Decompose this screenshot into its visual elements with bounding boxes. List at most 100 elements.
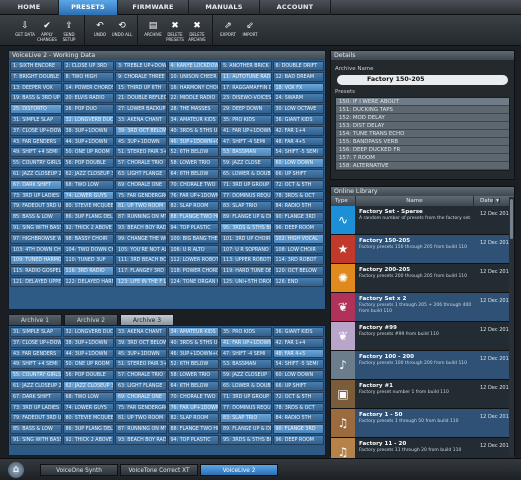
preset-cell[interactable]: 88: FLANGE TWO HIGH: [167, 424, 219, 434]
scrollbar-thumb[interactable]: [510, 199, 513, 239]
library-row[interactable]: ∿ Factory Set - Sparse A random number of …: [331, 206, 514, 235]
preset-cell[interactable]: 26: POP DUO: [62, 104, 114, 114]
preset-cell[interactable]: 74: LOWER GUYS: [62, 402, 114, 413]
preset-list-item[interactable]: 157: 7 ROOM: [336, 154, 509, 162]
preset-cell[interactable]: 56: POP DOUBLE: [62, 158, 114, 168]
preset-cell[interactable]: 65: LOWER & DOUBLE: [220, 380, 272, 391]
preset-cell[interactable]: 90: FLANGE 3RD: [272, 212, 324, 222]
preset-cell[interactable]: 66: UP SHIFT: [272, 168, 324, 179]
preset-cell[interactable]: 60: LOW DOWN: [272, 158, 324, 168]
import-button[interactable]: ⇙ IMPORT: [239, 15, 261, 45]
preset-cell[interactable]: 24: SWARM: [272, 93, 324, 104]
preset-cell[interactable]: 29: DEEP DOWN: [220, 104, 272, 114]
preset-cell[interactable]: 32: LONGVERB DUCKED: [62, 114, 114, 125]
preset-cell[interactable]: 16: HARMONY CHOIR: [167, 82, 219, 93]
preset-cell[interactable]: 54: SHIFT -5 SEMI: [272, 147, 324, 158]
tab-archive-1[interactable]: Archive 1: [8, 314, 62, 325]
preset-cell[interactable]: 82: SLAP ROOM: [167, 201, 219, 212]
preset-cell[interactable]: 30: LOW OCTAVE: [272, 104, 324, 114]
preset-cell[interactable]: 42: FAR 1+4: [272, 337, 324, 348]
preset-cell[interactable]: 109: TUNED HARMONY: [10, 255, 62, 266]
preset-cell[interactable]: 120: OCT BELOW: [272, 266, 324, 276]
preset-cell[interactable]: 47: SHIFT -4 SEMI: [220, 136, 272, 147]
preset-cell[interactable]: 115: RADIO GOSPEL: [10, 266, 62, 276]
preset-cell[interactable]: 73: 3RD UP LADIES: [10, 190, 62, 201]
undo-all-button[interactable]: ⟲ UNDO ALL: [111, 15, 133, 45]
preset-cell[interactable]: 6: DOUBLE DRIFT: [272, 61, 324, 71]
nav-tab-firmware[interactable]: FIRMWARE: [118, 0, 189, 15]
preset-cell[interactable]: 61: JAZZ CLOSEUP 2: [10, 380, 62, 391]
preset-cell[interactable]: 96: DEEP ROOM: [272, 222, 324, 233]
preset-cell[interactable]: 13: DEEPER VOX: [10, 82, 62, 93]
preset-cell[interactable]: 81: UP TWO ROOM: [115, 201, 167, 212]
preset-cell[interactable]: 39: 3RD OCT BELOW: [115, 337, 167, 348]
preset-cell[interactable]: 94: TOP PLASTIC: [167, 434, 219, 445]
preset-cell[interactable]: 31: SIMPLE SLAP: [10, 114, 62, 125]
preset-cell[interactable]: 49: SHIFT +4 SEMI: [10, 147, 62, 158]
preset-cell[interactable]: 36: GIANT KIDS: [272, 327, 324, 337]
preset-cell[interactable]: 56: POP DOUBLE: [62, 370, 114, 380]
preset-cell[interactable]: 69: CHORALE ONE: [115, 391, 167, 402]
nav-tab-home[interactable]: HOME: [0, 0, 59, 15]
preset-cell[interactable]: 121: DELAYED UPPERS: [10, 276, 62, 287]
library-row[interactable]: ✺ Factory 200-205 Factory presets 200 thro…: [331, 264, 514, 293]
preset-cell[interactable]: 3: TREBLE UP+DOWN: [115, 61, 167, 71]
preset-cell[interactable]: 33: AKENA CHANT: [115, 327, 167, 337]
preset-cell[interactable]: 44: 3UP+1DOWN: [62, 348, 114, 359]
preset-cell[interactable]: 75: FAR GENDERGROUP: [115, 190, 167, 201]
preset-cell[interactable]: 34: AMATEUR KIDS: [167, 114, 219, 125]
preset-cell[interactable]: 114: 3RD ROBOT: [272, 255, 324, 266]
preset-cell[interactable]: 68: TWO LOW: [62, 391, 114, 402]
preset-cell[interactable]: 48: FAR 4+5: [272, 136, 324, 147]
tab-voiceone-synth[interactable]: VoiceOne Synth: [40, 464, 118, 476]
preset-cell[interactable]: 79: FADEOUT 3RD UP: [10, 413, 62, 424]
preset-cell[interactable]: 50: ONE UP ROOM: [62, 147, 114, 158]
preset-list-item[interactable]: 155: BANDPASS VERB: [336, 138, 509, 146]
preset-cell[interactable]: 12: BAD DREAM: [272, 71, 324, 82]
preset-cell[interactable]: 4: KANYE LOCKDOWN: [167, 61, 219, 71]
preset-cell[interactable]: 35: PRO KIDS: [220, 327, 272, 337]
preset-cell[interactable]: 55: COUNTRY GIRLS: [10, 158, 62, 168]
preset-cell[interactable]: 83: SLAP TRIO: [220, 413, 272, 424]
preset-cell[interactable]: 50: ONE UP ROOM: [62, 359, 114, 370]
preset-cell[interactable]: 73: 3RD UP LADIES: [10, 402, 62, 413]
library-row[interactable]: ❦ Factory #99 Factory presets #99 from bui…: [331, 322, 514, 351]
preset-cell[interactable]: 79: FADEOUT 3RD UP: [10, 201, 62, 212]
preset-cell[interactable]: 32: LONGVERB DUCKED: [62, 327, 114, 337]
column-date[interactable]: Date ▾: [474, 196, 514, 206]
preset-cell[interactable]: 5: ANOTHER BRICK: [220, 61, 272, 71]
tab-voicelive-2[interactable]: VoiceLive 2: [200, 464, 278, 476]
preset-cell[interactable]: 22: MIDDLE RADIO: [167, 93, 219, 104]
preset-cell[interactable]: 123: LIFE IN THE F L: [115, 276, 167, 287]
preset-cell[interactable]: 80: STEVIE MCQUEEN: [62, 201, 114, 212]
preset-cell[interactable]: 40: 3RDS & 5THS U-R: [167, 125, 219, 136]
preset-cell[interactable]: 92: THICK 2 ABOVE: [62, 434, 114, 445]
preset-cell[interactable]: 59: JAZZ CLOSEUP: [220, 370, 272, 380]
preset-cell[interactable]: 67: DARK SHIFT: [10, 179, 62, 190]
preset-cell[interactable]: 95: 3RDS & 5THS BIG: [220, 222, 272, 233]
preset-cell[interactable]: 101: 3RD UP CHOIR: [220, 233, 272, 244]
preset-cell[interactable]: 126: END: [272, 276, 324, 287]
preset-cell[interactable]: 31: SIMPLE SLAP: [10, 327, 62, 337]
preset-cell[interactable]: 107: U R SOPRANO: [220, 244, 272, 255]
preset-cell[interactable]: 81: UP TWO ROOM: [115, 413, 167, 424]
preset-cell[interactable]: 70: CHORALE TWO: [167, 179, 219, 190]
nav-tab-manuals[interactable]: MANUALS: [189, 0, 260, 15]
preset-cell[interactable]: 28: THE MASSES: [167, 104, 219, 114]
apply-changes-button[interactable]: ✔ APPLY CHANGES: [36, 15, 58, 45]
preset-list-item[interactable]: 154: TUNE TRANS ECHO: [336, 130, 509, 138]
preset-cell[interactable]: 45: 3UP+1DOWN: [115, 136, 167, 147]
preset-cell[interactable]: 15: THIRD UP 6TH: [115, 82, 167, 93]
preset-cell[interactable]: 122: DELAYED HARMONY: [62, 276, 114, 287]
preset-cell[interactable]: 19: BASS & 3RD UP: [10, 93, 62, 104]
preset-cell[interactable]: 84: RADIO 5TH: [272, 413, 324, 424]
preset-cell[interactable]: 63: LIGHT FLANGE: [115, 380, 167, 391]
preset-cell[interactable]: 74: LOWER GUYS: [62, 190, 114, 201]
preset-cell[interactable]: 54: SHIFT -5 SEMI: [272, 359, 324, 370]
preset-cell[interactable]: 36: GIANT KIDS: [272, 114, 324, 125]
preset-cell[interactable]: 87: RUNNING ON MT: [115, 212, 167, 222]
preset-list-item[interactable]: 156: DEEP DUCKED FR: [336, 146, 509, 154]
library-row[interactable]: ♫ Factory 1 - 50 Factory presets 1 through…: [331, 409, 514, 438]
preset-cell[interactable]: 93: BEACH BOY RADIO: [115, 222, 167, 233]
preset-cell[interactable]: 103: 4TH DOWN CHOIR: [10, 244, 62, 255]
